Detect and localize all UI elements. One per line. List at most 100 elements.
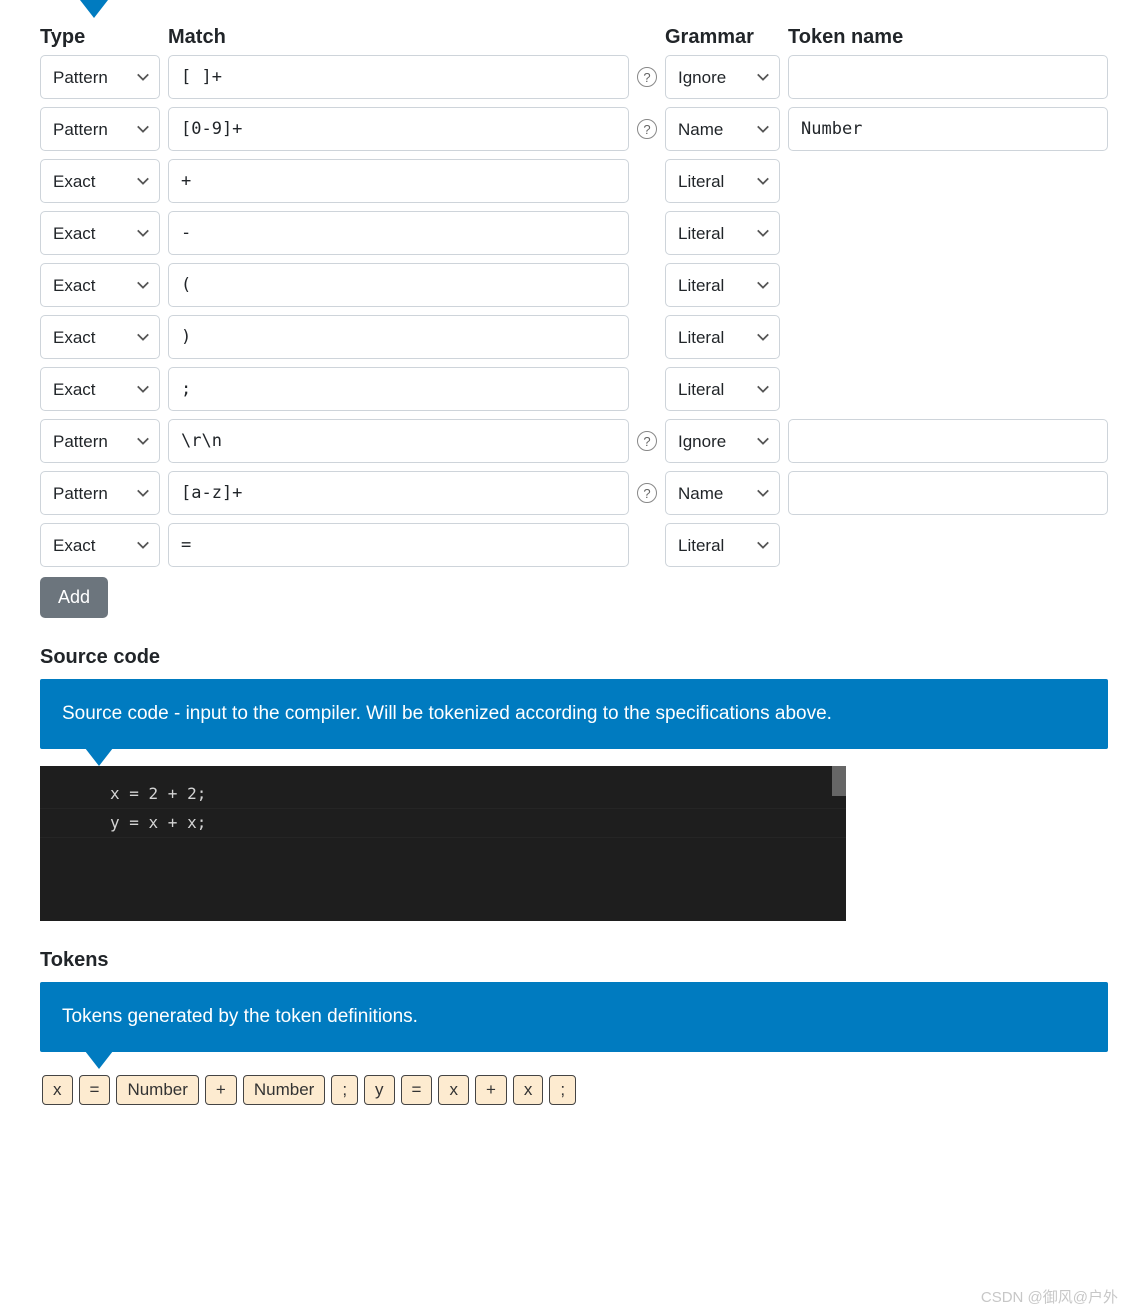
token-chip[interactable]: ; [549,1075,576,1105]
type-select-wrap: PatternExact [40,419,160,463]
rule-row: PatternExact IgnoreNameLiteral [40,315,1108,359]
grammar-select[interactable]: IgnoreNameLiteral [665,523,780,567]
grammar-select-wrap: IgnoreNameLiteral [665,55,780,99]
help-icon[interactable]: ? [637,431,657,451]
token-chip[interactable]: = [401,1075,433,1105]
token-chip[interactable]: y [364,1075,395,1105]
type-select[interactable]: PatternExact [40,315,160,359]
code-text: x = 2 + 2; [110,780,206,808]
watermark: CSDN @御风@户外 [981,1286,1118,1307]
type-select-wrap: PatternExact [40,55,160,99]
match-input[interactable] [168,367,629,411]
source-code-title: Source code [40,646,1108,669]
grammar-select[interactable]: IgnoreNameLiteral [665,471,780,515]
rule-row: PatternExact IgnoreNameLiteral [40,211,1108,255]
token-name-input[interactable] [788,419,1108,463]
token-name-input[interactable] [788,107,1108,151]
token-name-input[interactable] [788,471,1108,515]
grammar-select-wrap: IgnoreNameLiteral [665,263,780,307]
type-select[interactable]: PatternExact [40,471,160,515]
rules-header-row: Type Match Grammar Token name [40,26,1108,49]
header-type: Type [40,26,160,49]
rule-row: PatternExact IgnoreNameLiteral [40,159,1108,203]
tokens-info: Tokens generated by the token definition… [40,982,1108,1052]
type-select[interactable]: PatternExact [40,263,160,307]
type-select[interactable]: PatternExact [40,419,160,463]
match-input[interactable] [168,263,629,307]
grammar-select[interactable]: IgnoreNameLiteral [665,263,780,307]
match-input[interactable] [168,419,629,463]
help-icon[interactable]: ? [637,483,657,503]
rule-row: PatternExact IgnoreNameLiteral [40,523,1108,567]
token-chip[interactable]: x [513,1075,544,1105]
token-name-input[interactable] [788,55,1108,99]
type-select-wrap: PatternExact [40,211,160,255]
grammar-select[interactable]: IgnoreNameLiteral [665,55,780,99]
match-input[interactable] [168,471,629,515]
type-select-wrap: PatternExact [40,367,160,411]
help-icon[interactable]: ? [637,67,657,87]
editor-line[interactable]: 1x = 2 + 2; [40,780,846,809]
rule-row: PatternExact IgnoreNameLiteral [40,367,1108,411]
grammar-select-wrap: IgnoreNameLiteral [665,523,780,567]
match-input[interactable] [168,315,629,359]
match-input[interactable] [168,55,629,99]
type-select-wrap: PatternExact [40,159,160,203]
grammar-select[interactable]: IgnoreNameLiteral [665,107,780,151]
token-chip[interactable]: Number [243,1075,325,1105]
callout-pointer-icon [85,748,113,766]
type-select[interactable]: PatternExact [40,211,160,255]
type-select[interactable]: PatternExact [40,55,160,99]
token-chip[interactable]: x [42,1075,73,1105]
type-select-wrap: PatternExact [40,471,160,515]
grammar-select[interactable]: IgnoreNameLiteral [665,419,780,463]
token-chip[interactable]: x [438,1075,469,1105]
token-chip[interactable]: ; [331,1075,358,1105]
header-grammar: Grammar [665,26,780,49]
match-input[interactable] [168,211,629,255]
editor-minimap [832,766,846,921]
grammar-select[interactable]: IgnoreNameLiteral [665,159,780,203]
source-code-editor[interactable]: 1x = 2 + 2;2y = x + x; [40,766,846,921]
match-input[interactable] [168,523,629,567]
help-icon[interactable]: ? [637,119,657,139]
editor-line[interactable]: 2y = x + x; [40,809,846,838]
rule-row: PatternExact ? IgnoreNameLiteral [40,107,1108,151]
type-select[interactable]: PatternExact [40,523,160,567]
grammar-select[interactable]: IgnoreNameLiteral [665,367,780,411]
header-token: Token name [788,26,1108,49]
grammar-select[interactable]: IgnoreNameLiteral [665,315,780,359]
tokens-output: x=Number+Number;y=x+x; [40,1075,1108,1105]
grammar-select-wrap: IgnoreNameLiteral [665,211,780,255]
callout-pointer-icon [85,1051,113,1069]
token-chip[interactable]: + [475,1075,507,1105]
match-input[interactable] [168,159,629,203]
header-match: Match [168,26,625,49]
tokens-title: Tokens [40,949,1108,972]
grammar-select-wrap: IgnoreNameLiteral [665,107,780,151]
token-chip[interactable]: + [205,1075,237,1105]
grammar-select-wrap: IgnoreNameLiteral [665,315,780,359]
grammar-select[interactable]: IgnoreNameLiteral [665,211,780,255]
type-select[interactable]: PatternExact [40,107,160,151]
type-select-wrap: PatternExact [40,315,160,359]
grammar-select-wrap: IgnoreNameLiteral [665,367,780,411]
grammar-select-wrap: IgnoreNameLiteral [665,471,780,515]
token-chip[interactable]: = [79,1075,111,1105]
type-select-wrap: PatternExact [40,263,160,307]
source-code-info: Source code - input to the compiler. Wil… [40,679,1108,749]
token-chip[interactable]: Number [116,1075,198,1105]
code-text: y = x + x; [110,809,206,837]
grammar-select-wrap: IgnoreNameLiteral [665,419,780,463]
grammar-select-wrap: IgnoreNameLiteral [665,159,780,203]
match-input[interactable] [168,107,629,151]
rule-row: PatternExact ? IgnoreNameLiteral [40,471,1108,515]
type-select[interactable]: PatternExact [40,367,160,411]
rule-row: PatternExact IgnoreNameLiteral [40,263,1108,307]
type-select-wrap: PatternExact [40,523,160,567]
rule-row: PatternExact ? IgnoreNameLiteral [40,55,1108,99]
callout-pointer-icon [80,0,108,18]
type-select[interactable]: PatternExact [40,159,160,203]
rule-row: PatternExact ? IgnoreNameLiteral [40,419,1108,463]
add-button[interactable]: Add [40,577,108,618]
